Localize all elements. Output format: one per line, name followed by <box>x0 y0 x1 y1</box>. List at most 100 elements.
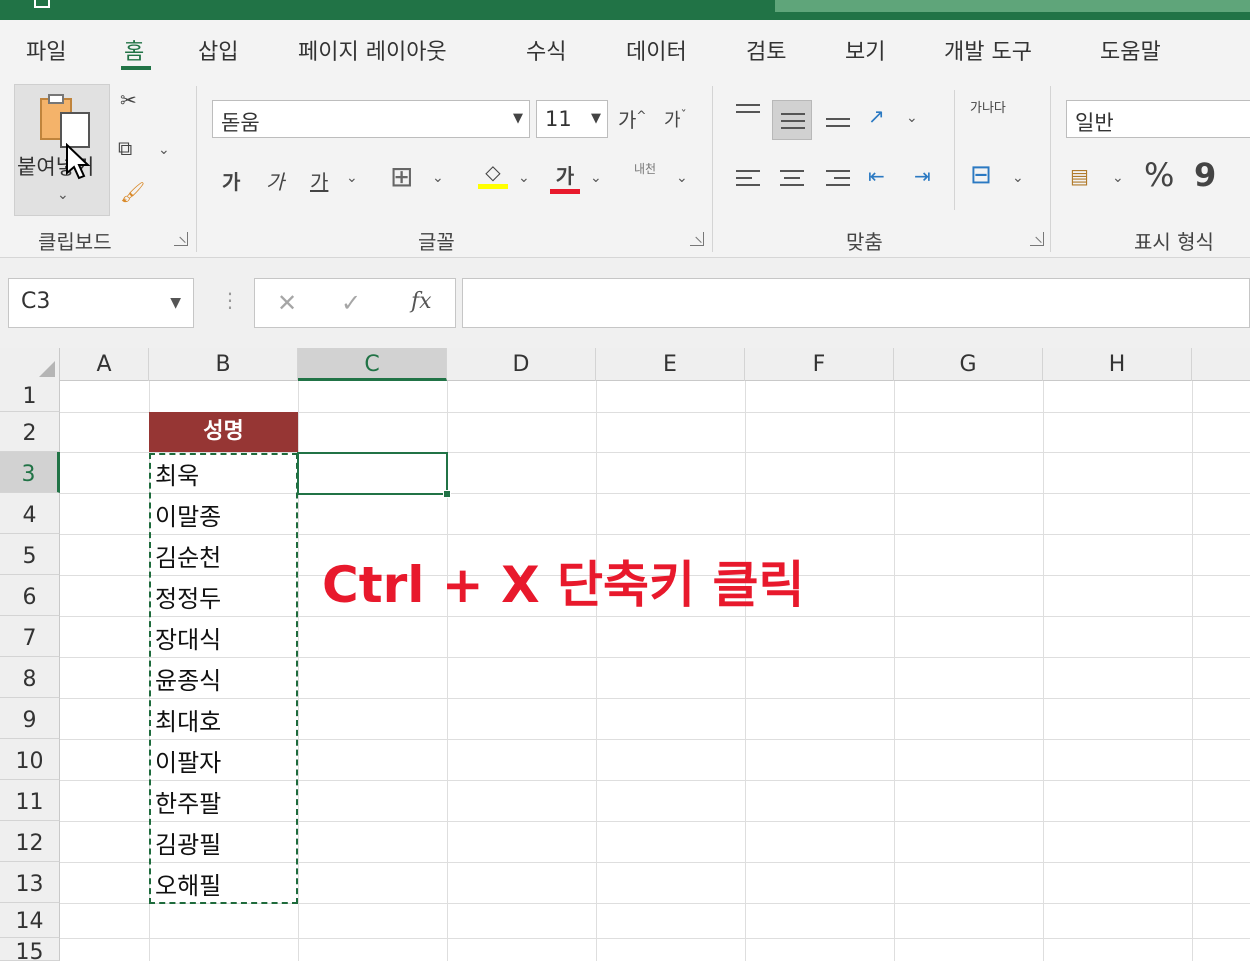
clipboard-launcher-icon[interactable] <box>174 232 188 246</box>
borders-icon[interactable]: ⊞ <box>390 160 413 193</box>
name-box[interactable]: C3 ▼ <box>8 278 194 328</box>
column-header-b[interactable]: B <box>149 348 298 381</box>
select-all-button[interactable] <box>0 348 60 381</box>
font-name-dropdown[interactable]: 돋움 ▼ <box>212 100 530 138</box>
copy-chevron-icon[interactable]: ⌄ <box>158 142 170 158</box>
save-icon[interactable] <box>34 0 50 8</box>
wrap-text-button[interactable]: 가나다 <box>970 102 1006 116</box>
font-color-button[interactable]: 가 <box>550 160 580 194</box>
column-header-e[interactable]: E <box>596 348 745 381</box>
grow-font-label: 가 <box>618 108 637 132</box>
tab-home[interactable]: 홈 <box>124 34 144 66</box>
active-cell-c3[interactable] <box>297 452 448 495</box>
row-header-4[interactable]: 4 <box>0 493 60 534</box>
formula-bar: C3 ▼ ⋮ ✕ ✓ fx <box>0 258 1250 348</box>
copy-icon[interactable]: ⧉ <box>118 136 132 160</box>
underline-chevron-icon[interactable]: ⌄ <box>346 170 358 186</box>
gridline <box>1192 381 1193 961</box>
format-painter-icon[interactable]: 🖌 <box>120 180 145 204</box>
tab-review[interactable]: 검토 <box>746 34 786 66</box>
chevron-down-icon: ▼ <box>591 111 601 126</box>
gridline <box>894 381 895 961</box>
number-format-value: 일반 <box>1075 111 1114 135</box>
shrink-font-button[interactable]: 가ˇ <box>664 106 687 132</box>
grow-font-button[interactable]: 가^ <box>618 104 646 133</box>
font-size-dropdown[interactable]: 11 ▼ <box>536 100 608 138</box>
tab-view[interactable]: 보기 <box>845 34 885 66</box>
formula-input[interactable] <box>462 278 1250 328</box>
bold-button[interactable]: 가 <box>222 166 240 195</box>
row-header-13[interactable]: 13 <box>0 862 60 903</box>
paste-button[interactable]: 붙여넣기 ⌄ <box>14 84 110 216</box>
top-align-icon[interactable] <box>728 96 768 136</box>
font-name-value: 돋움 <box>221 111 260 135</box>
row-header-10[interactable]: 10 <box>0 739 60 780</box>
chevron-down-icon[interactable]: ⌄ <box>57 187 69 203</box>
row-header-14[interactable]: 14 <box>0 903 60 938</box>
tab-file[interactable]: 파일 <box>26 34 66 66</box>
tab-page-layout[interactable]: 페이지 레이아웃 <box>298 34 447 66</box>
fill-color-icon[interactable]: ◇ <box>478 160 508 189</box>
group-label-number: 표시 형식 <box>1134 230 1214 254</box>
gridline <box>1043 381 1044 961</box>
row-header-2[interactable]: 2 <box>0 412 60 452</box>
middle-align-icon[interactable] <box>772 100 812 140</box>
merge-center-icon[interactable]: ⊟ <box>970 160 992 190</box>
orientation-icon[interactable]: ↗ <box>868 104 885 128</box>
row-header-12[interactable]: 12 <box>0 821 60 862</box>
name-header-cell[interactable]: 성명 <box>149 412 298 452</box>
fill-handle[interactable] <box>443 490 451 498</box>
column-header-c[interactable]: C <box>298 348 447 381</box>
italic-button[interactable]: 가 <box>266 166 284 195</box>
tab-insert[interactable]: 삽입 <box>198 34 238 66</box>
alignment-launcher-icon[interactable] <box>1030 232 1044 246</box>
tab-data[interactable]: 데이터 <box>626 34 687 66</box>
column-header-a[interactable]: A <box>60 348 149 381</box>
row-header-11[interactable]: 11 <box>0 780 60 821</box>
tab-help[interactable]: 도움말 <box>1100 34 1161 66</box>
accounting-chevron-icon[interactable]: ⌄ <box>1112 170 1124 186</box>
row-header-5[interactable]: 5 <box>0 534 60 575</box>
phonetic-button[interactable]: 내천 <box>634 160 656 177</box>
row-header-6[interactable]: 6 <box>0 575 60 616</box>
font-launcher-icon[interactable] <box>690 232 704 246</box>
fill-color-chevron-icon[interactable]: ⌄ <box>518 170 530 186</box>
tab-developer[interactable]: 개발 도구 <box>944 34 1032 66</box>
percent-button[interactable]: % <box>1144 156 1174 194</box>
underline-button[interactable]: 가 <box>310 166 328 195</box>
merge-chevron-icon[interactable]: ⌄ <box>1012 170 1024 186</box>
column-header-h[interactable]: H <box>1043 348 1192 381</box>
cut-icon[interactable]: ✂ <box>120 88 137 112</box>
row-header-8[interactable]: 8 <box>0 657 60 698</box>
tab-formulas[interactable]: 수식 <box>526 34 566 66</box>
row-header-7[interactable]: 7 <box>0 616 60 657</box>
row-header-1[interactable]: 1 <box>0 381 60 412</box>
number-format-dropdown[interactable]: 일반 <box>1066 100 1250 138</box>
column-header-f[interactable]: F <box>745 348 894 381</box>
chevron-down-icon: ▼ <box>513 111 523 126</box>
decrease-indent-icon[interactable]: ⇤ <box>868 164 885 188</box>
row-header-3[interactable]: 3 <box>0 452 60 493</box>
font-color-chevron-icon[interactable]: ⌄ <box>590 170 602 186</box>
column-header-g[interactable]: G <box>894 348 1043 381</box>
gridline <box>60 938 1250 939</box>
comma-style-button[interactable]: 9 <box>1194 156 1216 194</box>
accounting-format-icon[interactable]: ▤ <box>1070 164 1089 188</box>
row-header-15[interactable]: 15 <box>0 938 60 961</box>
row-header-9[interactable]: 9 <box>0 698 60 739</box>
align-right-icon[interactable] <box>818 160 858 200</box>
ribbon: 붙여넣기 ⌄ ✂ ⧉ ⌄ 🖌 클립보드 돋움 ▼ 11 ▼ 가^ 가ˇ 가 가 … <box>0 80 1250 258</box>
enter-icon[interactable]: ✓ <box>341 289 361 317</box>
chevron-down-icon: ▼ <box>170 295 181 311</box>
align-left-icon[interactable] <box>728 160 768 200</box>
bottom-align-icon[interactable] <box>818 100 858 140</box>
increase-indent-icon[interactable]: ⇥ <box>914 164 931 188</box>
align-center-icon[interactable] <box>772 160 812 200</box>
insert-function-icon[interactable]: fx <box>411 289 432 314</box>
phonetic-chevron-icon[interactable]: ⌄ <box>676 170 688 186</box>
cancel-icon[interactable]: ✕ <box>277 289 297 317</box>
formula-bar-grip-icon[interactable]: ⋮ <box>220 288 240 312</box>
column-header-d[interactable]: D <box>447 348 596 381</box>
orientation-chevron-icon[interactable]: ⌄ <box>906 110 918 126</box>
borders-chevron-icon[interactable]: ⌄ <box>432 170 444 186</box>
